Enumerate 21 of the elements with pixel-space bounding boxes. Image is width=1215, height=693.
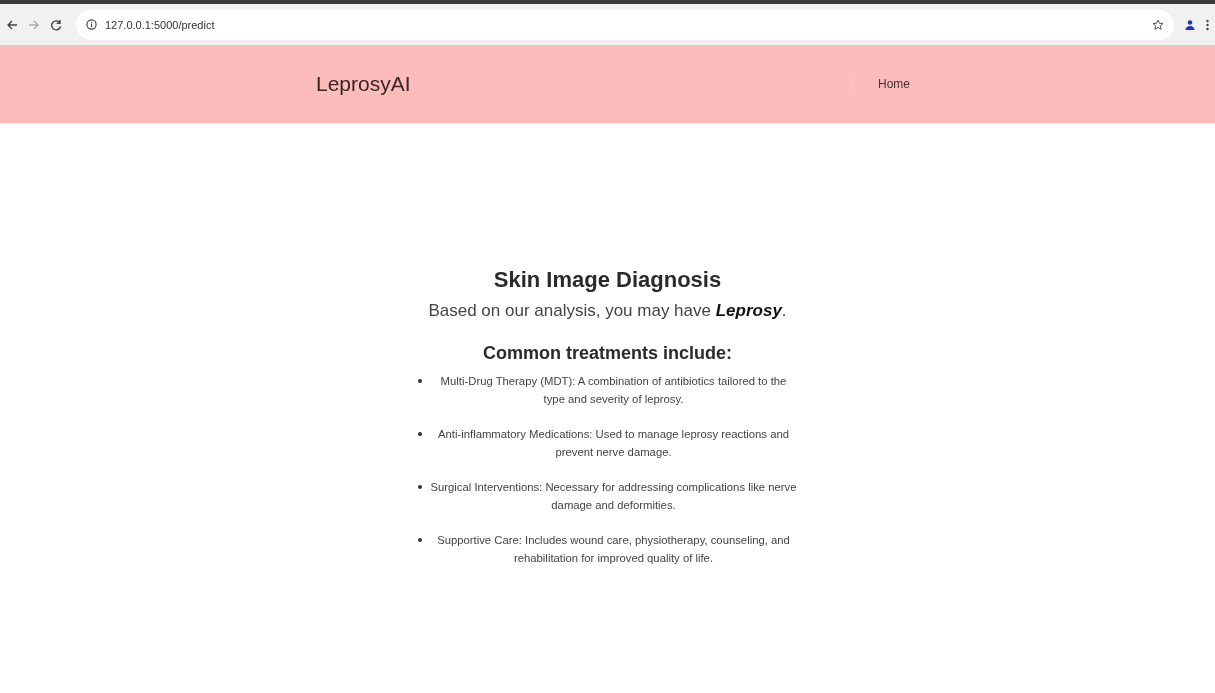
bullet-icon <box>417 485 422 489</box>
brand-logo[interactable]: LeprosyAI <box>316 72 851 96</box>
profile-icon[interactable] <box>1184 18 1196 31</box>
treatment-item: Anti-inflammatory Medications: Used to manage leprosy reactions and prevent nerve damage. <box>437 427 790 460</box>
bullet-icon <box>417 432 422 436</box>
back-icon[interactable] <box>6 18 18 31</box>
diagnosis-result: Based on our analysis, you may have Leprosy. <box>428 301 787 321</box>
treatment-item: Surgical Interventions: Necessary for addressing complications like nerve damage and deformities. <box>429 480 798 513</box>
bullet-icon <box>417 538 422 542</box>
url-text[interactable]: 127.0.0.1:5000/predict <box>105 18 215 31</box>
bullet-icon <box>417 379 422 383</box>
nav-link[interactable]: Home <box>878 77 910 91</box>
menu-icon[interactable] <box>1206 18 1209 31</box>
page-title: Skin Image Diagnosis <box>493 267 722 293</box>
treatment-item: Multi-Drug Therapy (MDT): A combination of antibiotics tailored to the type and severity of leprosy. <box>439 374 788 407</box>
star-icon[interactable] <box>1152 18 1164 31</box>
treatment-item: Supportive Care: Includes wound care, physiotherapy, counseling, and rehabilitation for improved quality of life. <box>436 533 791 566</box>
treatments-heading: Common treatments include: <box>483 343 732 364</box>
reload-icon[interactable] <box>50 18 62 31</box>
info-icon[interactable] <box>86 19 97 30</box>
address-bar[interactable]: 127.0.0.1:5000/predict <box>76 9 1174 40</box>
